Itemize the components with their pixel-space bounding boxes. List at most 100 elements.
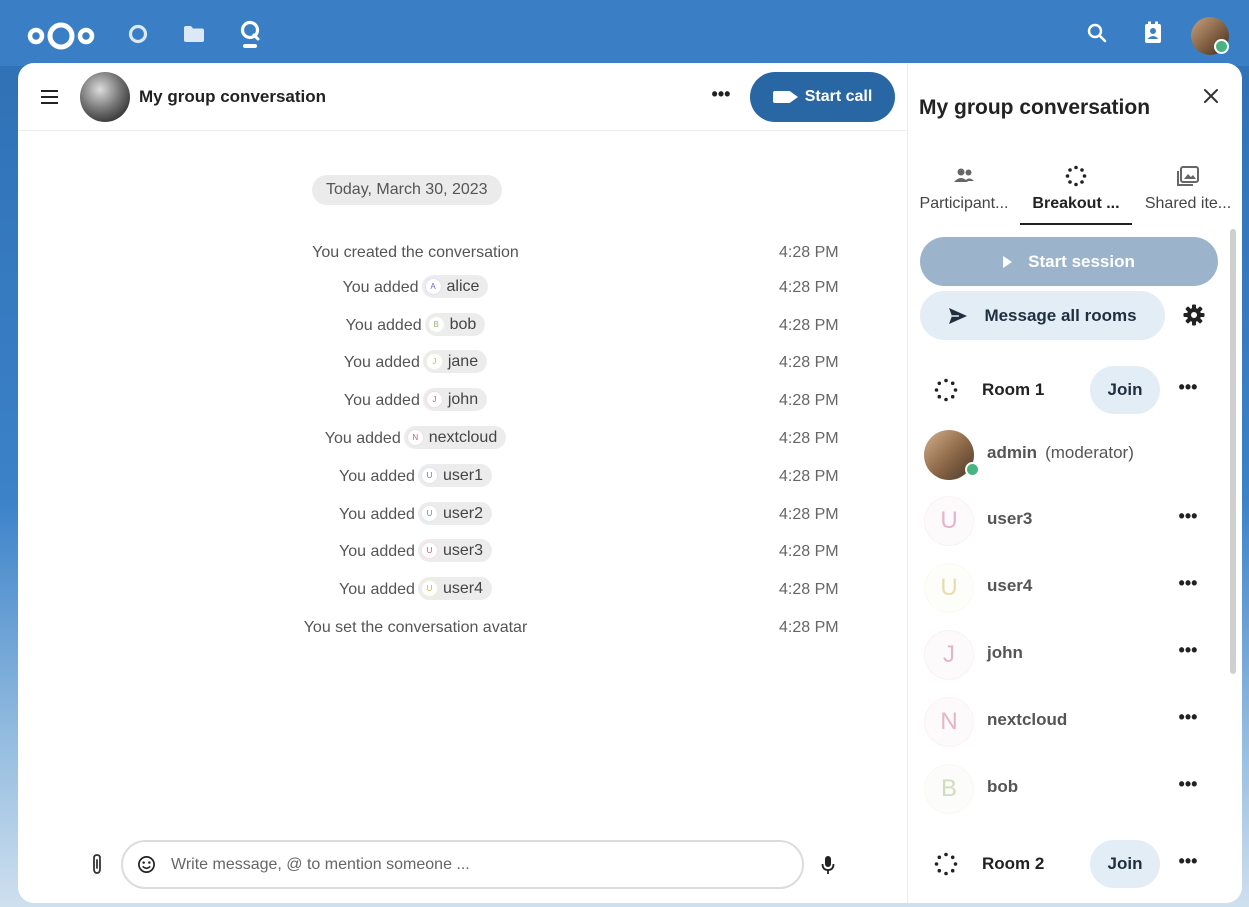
participant-more-button[interactable]: ••• [1173,574,1203,598]
send-icon [949,307,968,324]
emoji-icon[interactable] [137,855,156,874]
tab-label: Breakout ... [1032,195,1120,212]
participant-more-button[interactable]: ••• [1173,507,1203,531]
user-mention[interactable]: Jjane [422,350,488,374]
mention-avatar: J [425,391,443,409]
message-composer [121,840,804,889]
breakout-room-icon [934,378,958,402]
tab-breakout-rooms[interactable]: Breakout ... [1020,157,1132,225]
talk-icon[interactable] [236,20,264,48]
user-mention[interactable]: Uuser4 [417,577,492,601]
files-folder-icon[interactable] [180,20,208,48]
dashboard-circle-icon[interactable] [124,20,152,48]
message-text: You added Jjohn [18,387,813,415]
user-mention[interactable]: Jjohn [422,388,488,412]
menu-icon[interactable] [34,83,64,111]
attachment-icon[interactable] [86,851,108,877]
main-card: My group conversation ••• Start call Tod… [18,63,1242,903]
start-session-button[interactable]: Start session [920,237,1218,286]
microphone-icon[interactable] [818,853,838,877]
mention-name: nextcloud [428,428,498,446]
chat-panel: My group conversation ••• Start call Tod… [18,63,907,903]
join-room-button[interactable]: Join [1090,366,1160,414]
mention-name: john [447,390,479,408]
system-message: You added Uuser1 4:28 PM [18,463,907,491]
user-mention[interactable]: Uuser3 [417,539,492,563]
tab-participants[interactable]: Participant... [908,157,1020,225]
room-more-button[interactable]: ••• [1173,378,1203,402]
system-message: You added Bbob 4:28 PM [18,312,907,340]
shared-items-icon [1177,166,1199,186]
message-prefix: You added [339,543,415,560]
video-camera-icon [772,91,798,103]
tab-label: Participant... [919,195,1009,212]
user-mention[interactable]: Uuser1 [417,464,492,488]
room-more-button[interactable]: ••• [1173,852,1203,876]
mention-name: user3 [442,541,483,559]
participant-row[interactable]: Bbob ••• [920,760,1220,818]
participant-avatar: J [924,630,974,680]
conversation-avatar[interactable] [80,72,130,122]
mention-avatar: A [424,278,442,296]
start-call-label: Start call [804,88,873,105]
participant-row[interactable]: Nnextcloud ••• [920,693,1220,751]
breakout-room-row: Room 2 Join ••• [920,839,1220,889]
user-mention[interactable]: Aalice [421,275,489,299]
message-all-rooms-button[interactable]: Message all rooms [920,291,1165,340]
date-separator: Today, March 30, 2023 [312,175,502,205]
message-prefix: You added [342,279,419,296]
mention-avatar: U [420,467,438,485]
user-mention[interactable]: Nnextcloud [403,426,507,450]
user-mention[interactable]: Bbob [424,313,486,337]
message-text: You added Uuser2 [18,501,813,529]
search-icon[interactable] [1082,18,1112,48]
start-call-button[interactable]: Start call [750,72,895,122]
message-text: You added Bbob [18,312,813,340]
mention-name: alice [446,277,480,295]
participant-more-button[interactable]: ••• [1173,708,1203,732]
message-time: 4:28 PM [779,430,839,447]
system-message: You created the conversation 4:28 PM [18,239,907,267]
message-prefix: You set the conversation avatar [303,619,528,636]
right-sidebar: My group conversation Participant... Bre… [907,63,1242,903]
participant-row[interactable]: admin (moderator) [920,426,1220,484]
participant-row[interactable]: Uuser3 ••• [920,492,1220,550]
message-text: You created the conversation [18,239,813,267]
join-room-button[interactable]: Join [1090,840,1160,888]
mention-name: user4 [442,579,483,597]
mention-avatar: U [420,505,438,523]
participant-avatar: U [924,563,974,613]
online-status-icon [965,462,980,477]
participants-icon [954,168,974,182]
mention-avatar: J [425,353,443,371]
message-time: 4:28 PM [779,506,839,523]
mention-name: user2 [442,504,483,522]
gear-icon[interactable] [1182,303,1206,327]
participant-more-button[interactable]: ••• [1173,641,1203,665]
message-input[interactable] [171,852,781,878]
message-time: 4:28 PM [779,279,839,296]
nextcloud-logo[interactable] [26,20,96,52]
online-status-icon [1214,39,1229,54]
message-time: 4:28 PM [779,543,839,560]
participant-name: nextcloud [987,710,1067,730]
participant-name-text: user3 [987,509,1033,528]
message-prefix: You added [339,468,415,485]
sidebar-scrollbar[interactable] [1230,229,1236,674]
participant-row[interactable]: Uuser4 ••• [920,559,1220,617]
participant-more-button[interactable]: ••• [1173,775,1203,799]
message-text: You added Uuser4 [18,576,813,604]
conversation-more-button[interactable]: ••• [706,83,736,111]
system-message: You added Uuser2 4:28 PM [18,501,907,529]
room-name: Room 1 [982,380,1045,399]
message-text: You added Aalice [18,274,813,302]
system-message: You added Uuser3 4:28 PM [18,538,907,566]
contacts-icon[interactable] [1138,18,1168,48]
user-mention[interactable]: Uuser2 [417,502,492,526]
message-prefix: You added [343,392,420,409]
message-text: You set the conversation avatar [18,614,813,642]
close-icon[interactable] [1198,83,1224,109]
participant-row[interactable]: Jjohn ••• [920,626,1220,684]
tab-shared-items[interactable]: Shared ite... [1132,157,1242,225]
message-text: You added Uuser3 [18,538,813,566]
